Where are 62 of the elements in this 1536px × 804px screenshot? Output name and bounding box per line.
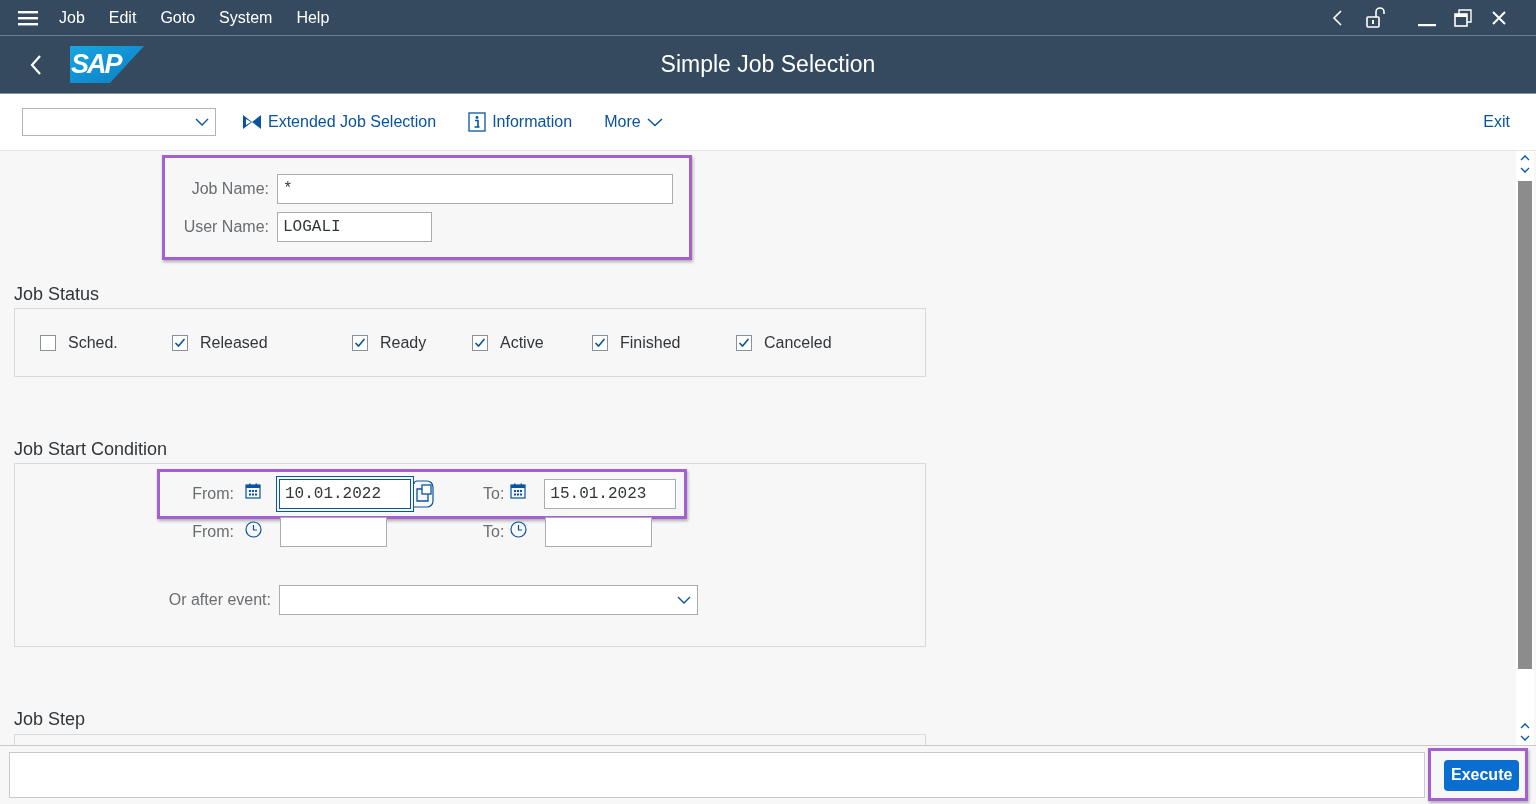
information-button[interactable]: Information <box>468 112 573 132</box>
menu-icon[interactable] <box>18 9 38 26</box>
dropdown-field[interactable] <box>22 108 216 136</box>
field-label: To: <box>483 523 505 541</box>
clock-icon[interactable] <box>510 520 528 538</box>
close-icon[interactable] <box>1490 8 1508 27</box>
execute-button[interactable]: Execute <box>1444 759 1520 791</box>
exit-button[interactable]: Exit <box>1483 113 1510 131</box>
checkbox[interactable] <box>736 334 752 351</box>
more-button[interactable]: More <box>604 113 663 131</box>
field-label: Or after event: <box>167 591 271 609</box>
field-label: User Name: <box>182 218 269 236</box>
extended-selection-button[interactable]: Extended Job Selection <box>242 113 437 131</box>
dropdown-field[interactable] <box>279 585 698 615</box>
scroll-arrows-icon[interactable] <box>1519 153 1531 175</box>
input-field[interactable]: LOGALI <box>277 212 432 242</box>
field-label: From: <box>191 523 234 541</box>
scrollbar[interactable] <box>1516 151 1534 745</box>
window-title: Simple Job Selection <box>660 51 876 78</box>
chevron-down-icon[interactable] <box>195 117 209 127</box>
input-field[interactable] <box>280 517 387 547</box>
checkbox[interactable] <box>352 334 368 351</box>
checkbox[interactable] <box>172 334 188 351</box>
checkbox-label: Sched. <box>68 333 118 352</box>
back-icon[interactable] <box>1331 8 1343 27</box>
input-field[interactable]: 15.01.2023 <box>544 479 677 509</box>
menu-item[interactable]: Goto <box>148 8 208 27</box>
menu-item[interactable]: Job <box>47 8 97 27</box>
chevron-down-icon[interactable] <box>677 595 691 605</box>
checkbox-label: Canceled <box>764 333 832 352</box>
menu-item[interactable]: Edit <box>96 8 149 27</box>
menu-item[interactable]: Help <box>284 8 342 27</box>
section-title: Job Status <box>14 284 101 305</box>
copy-icon[interactable] <box>413 480 435 508</box>
field-label: From: <box>191 485 234 503</box>
input-field[interactable] <box>545 517 653 547</box>
checkbox-label: Finished <box>620 333 681 352</box>
info-icon[interactable] <box>468 112 487 132</box>
menu-item[interactable]: System <box>207 8 285 27</box>
unlocked-padlock-icon[interactable] <box>1365 6 1387 29</box>
clock-icon[interactable] <box>245 520 262 538</box>
sap-logo: SAP <box>70 46 144 83</box>
checkbox[interactable] <box>40 334 56 351</box>
calendar-icon[interactable] <box>245 483 261 499</box>
field-label: Job Name: <box>190 180 269 198</box>
checkbox-label: Released <box>200 333 268 352</box>
section-title: Job Start Condition <box>14 439 169 460</box>
input-field[interactable]: 10.01.2022 <box>279 479 411 509</box>
scrollbar-thumb[interactable] <box>1518 181 1532 669</box>
checkbox[interactable] <box>472 334 488 351</box>
section-title: Job Step <box>14 709 87 730</box>
chevron-down-icon[interactable] <box>646 117 663 127</box>
checkbox-label: Ready <box>380 333 427 352</box>
input-field[interactable]: * <box>277 174 673 204</box>
calendar-icon[interactable] <box>510 483 527 499</box>
field-label: To: <box>483 485 505 503</box>
scroll-arrows-icon[interactable] <box>1519 721 1531 743</box>
checkbox[interactable] <box>592 334 608 351</box>
checkbox-label: Active <box>500 333 544 352</box>
restore-icon[interactable] <box>1453 7 1473 28</box>
back-icon[interactable] <box>29 53 43 76</box>
bow-tie-icon[interactable] <box>242 113 262 131</box>
